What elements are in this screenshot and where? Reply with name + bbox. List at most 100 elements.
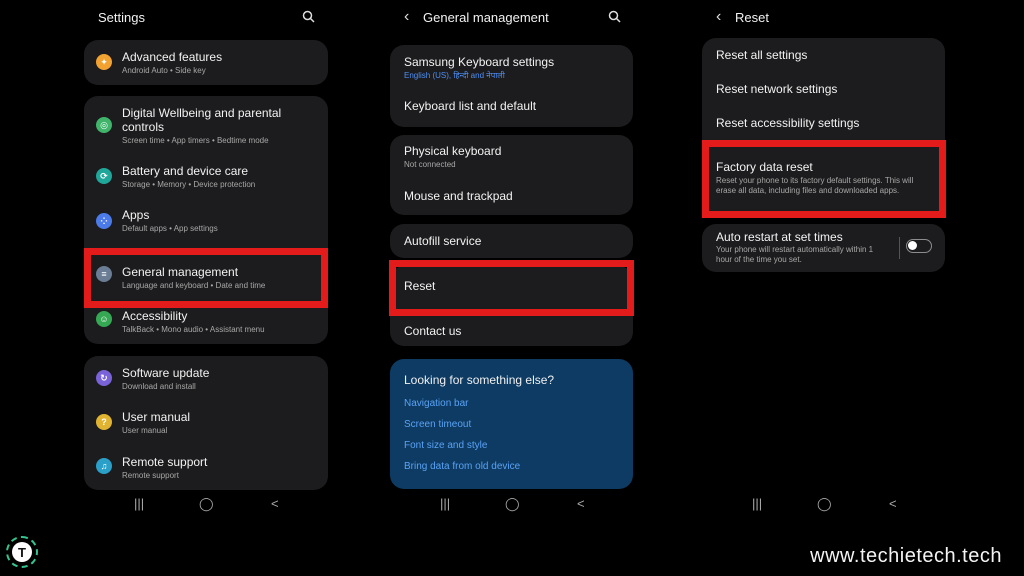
home-icon[interactable]: ◯ (199, 496, 214, 512)
item-title: Auto restart at set times (716, 230, 843, 244)
reset-group: Reset Contact us (390, 266, 633, 346)
settings-item-software-update[interactable]: ↻ Software update Download and install (84, 356, 328, 400)
link-bring-data[interactable]: Bring data from old device (404, 461, 520, 472)
samsung-keyboard-settings[interactable]: Samsung Keyboard settings English (US), … (390, 45, 633, 87)
home-icon[interactable]: ◯ (505, 496, 520, 512)
advanced-features-icon: ✦ (96, 54, 112, 70)
item-title: Mouse and trackpad (404, 189, 513, 203)
keyboard-group: Samsung Keyboard settings English (US), … (390, 45, 633, 127)
factory-data-reset[interactable]: Factory data reset Reset your phone to i… (702, 150, 945, 210)
nav-bar: ||| ◯ < (660, 496, 1024, 514)
general-management-screen: ‹ General management Samsung Keyboard se… (340, 0, 660, 576)
settings-item-user-manual[interactable]: ? User manual User manual (84, 401, 328, 445)
item-subtitle: Screen time • App timers • Bedtime mode (122, 136, 269, 145)
back-arrow-icon[interactable]: ‹ (404, 8, 409, 26)
recents-icon[interactable]: ||| (440, 496, 450, 511)
back-icon[interactable]: < (577, 496, 585, 511)
settings-item-advanced-features[interactable]: ✦ Advanced features Android Auto • Side … (84, 40, 328, 85)
software-update-icon: ↻ (96, 370, 112, 386)
item-title: General management (122, 265, 239, 279)
item-subtitle: Your phone will restart automatically wi… (716, 245, 874, 254)
home-icon[interactable]: ◯ (817, 496, 832, 512)
reset-all-settings[interactable]: Reset all settings (702, 38, 945, 72)
mouse-and-trackpad[interactable]: Mouse and trackpad (390, 177, 633, 215)
link-font-size-and-style[interactable]: Font size and style (404, 440, 487, 451)
reset-options-group: Reset all settings Reset network setting… (702, 38, 945, 218)
settings-item-general-management[interactable]: ≡ General management Language and keyboa… (84, 256, 328, 300)
settings-group-2: ◎ Digital Wellbeing and parental control… (84, 96, 328, 344)
physical-keyboard[interactable]: Physical keyboard Not connected (390, 135, 633, 175)
looking-heading: Looking for something else? (404, 373, 555, 387)
remote-support-icon: ♫ (96, 458, 112, 474)
auto-restart-toggle[interactable] (906, 239, 932, 253)
link-screen-timeout[interactable]: Screen timeout (404, 419, 471, 430)
techietech-logo: T (6, 536, 38, 568)
reset-network-settings[interactable]: Reset network settings (702, 72, 945, 106)
item-title: Autofill service (404, 234, 482, 248)
reset-item[interactable]: Reset (390, 266, 633, 306)
settings-item-apps[interactable]: ⁘ Apps Default apps • App settings (84, 203, 328, 247)
page-title: Settings (98, 10, 145, 25)
autofill-service[interactable]: Autofill service (390, 224, 633, 258)
item-title: Digital Wellbeing and parental (122, 106, 282, 120)
general-management-icon: ≡ (96, 266, 112, 282)
item-subtitle: Download and install (122, 382, 196, 391)
website-watermark: www.techietech.tech (810, 545, 1002, 567)
item-subtitle: Language and keyboard • Date and time (122, 281, 266, 290)
item-subtitle: User manual (122, 426, 168, 435)
page-title: General management (423, 10, 549, 25)
settings-item-accessibility[interactable]: ☺ Accessibility TalkBack • Mono audio • … (84, 302, 328, 344)
nav-bar: ||| ◯ < (340, 496, 660, 514)
looking-for-something-else-card: Looking for something else? Navigation b… (390, 359, 633, 489)
item-subtitle: Reset your phone to its factory default … (716, 176, 914, 185)
settings-group-3: ↻ Software update Download and install ?… (84, 356, 328, 490)
item-title: Reset accessibility settings (716, 116, 860, 130)
toggle-knob (908, 241, 917, 250)
settings-screen: Settings ✦ Advanced features Android Aut… (0, 0, 340, 576)
item-title: Samsung Keyboard settings (404, 55, 555, 69)
autofill-group: Autofill service (390, 224, 633, 258)
search-icon[interactable] (302, 10, 316, 24)
item-title: Reset network settings (716, 82, 838, 96)
item-title: Keyboard list and default (404, 99, 537, 113)
recents-icon[interactable]: ||| (752, 496, 762, 511)
back-arrow-icon[interactable]: ‹ (716, 8, 721, 26)
item-title: Reset (404, 279, 436, 293)
item-title: Factory data reset (716, 160, 813, 174)
apps-icon: ⁘ (96, 213, 112, 229)
settings-item-digital-wellbeing[interactable]: ◎ Digital Wellbeing and parental control… (84, 96, 328, 152)
logo-letter: T (12, 542, 32, 562)
wellbeing-icon: ◎ (96, 117, 112, 133)
item-title: Accessibility (122, 309, 188, 323)
item-title: Contact us (404, 324, 462, 338)
back-icon[interactable]: < (889, 496, 897, 511)
item-title: Apps (122, 208, 150, 222)
back-icon[interactable]: < (271, 496, 279, 511)
page-title: Reset (735, 10, 769, 25)
contact-us[interactable]: Contact us (390, 314, 633, 346)
user-manual-icon: ? (96, 414, 112, 430)
item-subtitle: Android Auto • Side key (122, 66, 206, 75)
reset-accessibility-settings[interactable]: Reset accessibility settings (702, 106, 945, 140)
settings-group-1: ✦ Advanced features Android Auto • Side … (84, 40, 328, 85)
search-icon[interactable] (608, 10, 622, 24)
item-subtitle: Storage • Memory • Device protection (122, 180, 256, 189)
item-subtitle: Not connected (404, 160, 456, 169)
item-subtitle: Remote support (122, 471, 179, 480)
link-navigation-bar[interactable]: Navigation bar (404, 398, 468, 409)
settings-item-remote-support[interactable]: ♫ Remote support Remote support (84, 446, 328, 490)
reset-screen: ‹ Reset Reset all settings Reset network… (660, 0, 1024, 576)
general-header: ‹ General management (340, 8, 660, 28)
item-title: User manual (122, 410, 191, 424)
reset-header: ‹ Reset (660, 8, 1024, 28)
toggle-divider (899, 237, 900, 259)
accessibility-icon: ☺ (96, 311, 112, 327)
item-title: Battery and device care (122, 164, 249, 178)
item-title: Software update (122, 366, 210, 380)
item-title-line2: controls (122, 120, 165, 134)
settings-item-battery[interactable]: ⟳ Battery and device care Storage • Memo… (84, 158, 328, 202)
input-devices-group: Physical keyboard Not connected Mouse an… (390, 135, 633, 215)
recents-icon[interactable]: ||| (134, 496, 144, 511)
item-title: Advanced features (122, 50, 223, 64)
keyboard-list-and-default[interactable]: Keyboard list and default (390, 89, 633, 127)
